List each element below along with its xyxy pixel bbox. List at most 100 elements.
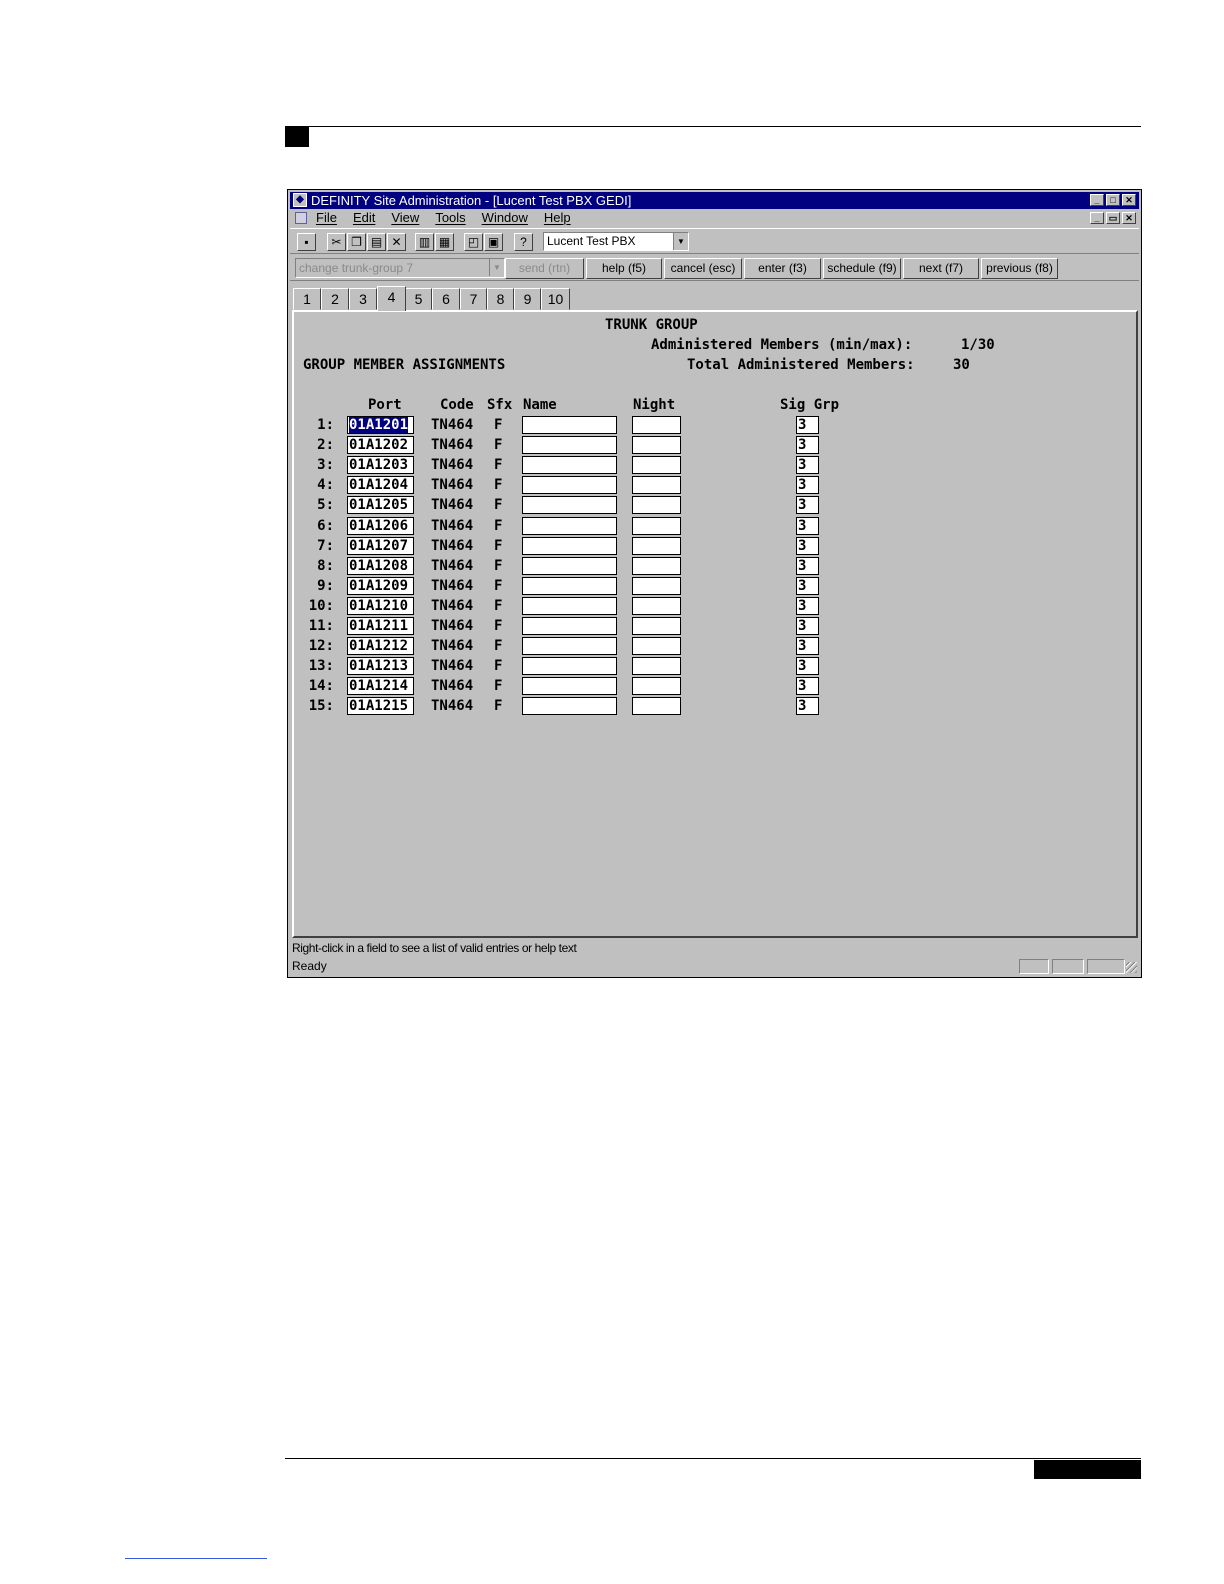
delete-icon[interactable]: ✕ (387, 233, 406, 251)
sig-grp-field[interactable]: 3 (796, 617, 819, 635)
chevron-down-icon[interactable]: ▼ (673, 233, 688, 250)
port-field[interactable]: 01A1209 (347, 576, 414, 595)
name-field[interactable] (522, 697, 617, 716)
tab-6[interactable]: 6 (432, 288, 460, 310)
name-field[interactable] (522, 657, 617, 676)
tab-9[interactable]: 9 (514, 288, 541, 310)
port-field[interactable]: 01A1215 (347, 697, 414, 716)
name-field[interactable] (522, 436, 617, 455)
copy-icon[interactable]: ❐ (347, 233, 366, 251)
night-field[interactable] (632, 596, 681, 615)
name-field[interactable] (522, 677, 617, 696)
night-field[interactable] (632, 416, 681, 434)
sig-grp-field[interactable]: 3 (796, 416, 819, 434)
app-icon[interactable]: ◆ (293, 193, 307, 207)
port-field[interactable]: 01A1204 (347, 476, 414, 495)
cut-icon[interactable]: ✂ (327, 233, 346, 251)
sig-grp-field[interactable]: 3 (796, 516, 819, 535)
name-field[interactable] (522, 516, 617, 535)
send-button[interactable]: send (rtn) (505, 258, 584, 279)
night-field[interactable] (632, 637, 681, 656)
night-field[interactable] (632, 476, 681, 495)
help-button[interactable]: help (f5) (586, 258, 662, 279)
previous-button[interactable]: previous (f8) (981, 258, 1058, 279)
sig-grp-field[interactable]: 3 (796, 456, 819, 475)
name-field[interactable] (522, 576, 617, 595)
night-field[interactable] (632, 657, 681, 676)
night-field[interactable] (632, 697, 681, 716)
form-view-icon[interactable]: ▥ (415, 233, 434, 251)
system-selector[interactable]: Lucent Test PBX ▼ (543, 232, 689, 251)
night-field[interactable] (632, 617, 681, 635)
tab-10[interactable]: 10 (541, 288, 570, 310)
night-field[interactable] (632, 576, 681, 595)
name-field[interactable] (522, 596, 617, 615)
port-field[interactable]: 01A1211 (347, 617, 414, 635)
name-field[interactable] (522, 496, 617, 515)
sig-grp-field[interactable]: 3 (796, 596, 819, 615)
port-field[interactable]: 01A1208 (347, 556, 414, 575)
sig-grp-field[interactable]: 3 (796, 476, 819, 495)
tab-5[interactable]: 5 (405, 288, 432, 310)
night-field[interactable] (632, 677, 681, 696)
resize-grip-icon[interactable] (1126, 962, 1137, 973)
print-icon[interactable]: ▣ (484, 233, 503, 251)
sig-grp-field[interactable]: 3 (796, 677, 819, 696)
port-field[interactable]: 01A1206 (347, 516, 414, 535)
port-field[interactable]: 01A1213 (347, 657, 414, 676)
sig-grp-field[interactable]: 3 (796, 657, 819, 676)
name-field[interactable] (522, 456, 617, 475)
maximize-button[interactable]: □ (1106, 194, 1120, 206)
child-close-button[interactable]: ✕ (1122, 212, 1136, 224)
cancel-button[interactable]: cancel (esc) (664, 258, 742, 279)
menu-view[interactable]: View (391, 210, 419, 226)
port-field[interactable]: 01A1210 (347, 596, 414, 615)
port-field[interactable]: 01A1202 (347, 436, 414, 455)
schedule-button[interactable]: schedule (f9) (823, 258, 901, 279)
minimize-button[interactable]: _ (1090, 194, 1104, 206)
name-field[interactable] (522, 637, 617, 656)
help-icon[interactable]: ? (514, 233, 533, 251)
port-field[interactable]: 01A1214 (347, 677, 414, 696)
child-restore-button[interactable]: ▭ (1106, 212, 1120, 224)
child-minimize-button[interactable]: _ (1090, 212, 1104, 224)
sig-grp-field[interactable]: 3 (796, 637, 819, 656)
name-field[interactable] (522, 556, 617, 575)
port-field[interactable]: 01A1203 (347, 456, 414, 475)
night-field[interactable] (632, 516, 681, 535)
name-field[interactable] (522, 536, 617, 555)
document-icon[interactable] (295, 212, 307, 224)
sig-grp-field[interactable]: 3 (796, 536, 819, 555)
menu-file[interactable]: File (316, 210, 337, 226)
tab-3[interactable]: 3 (349, 288, 377, 310)
night-field[interactable] (632, 496, 681, 515)
name-field[interactable] (522, 617, 617, 635)
tab-2[interactable]: 2 (321, 288, 349, 310)
tab-1[interactable]: 1 (293, 288, 321, 310)
tab-7[interactable]: 7 (460, 288, 487, 310)
tab-4[interactable]: 4 (377, 286, 406, 311)
menu-help[interactable]: Help (544, 210, 571, 226)
night-field[interactable] (632, 556, 681, 575)
tab-8[interactable]: 8 (487, 288, 514, 310)
sig-grp-field[interactable]: 3 (796, 697, 819, 716)
sig-grp-field[interactable]: 3 (796, 556, 819, 575)
port-field[interactable]: 01A1207 (347, 536, 414, 555)
paste-icon[interactable]: ▤ (367, 233, 386, 251)
save-icon[interactable]: ▪ (297, 233, 316, 251)
command-input[interactable]: change trunk-group 7 ▼ (295, 258, 505, 278)
name-field[interactable] (522, 416, 617, 434)
sig-grp-field[interactable]: 3 (796, 436, 819, 455)
menu-window[interactable]: Window (482, 210, 528, 226)
chevron-down-icon[interactable]: ▼ (489, 259, 504, 276)
night-field[interactable] (632, 436, 681, 455)
night-field[interactable] (632, 456, 681, 475)
next-button[interactable]: next (f7) (903, 258, 979, 279)
port-field[interactable]: 01A1205 (347, 496, 414, 515)
menu-tools[interactable]: Tools (435, 210, 465, 226)
print-preview-icon[interactable]: ◰ (464, 233, 483, 251)
sig-grp-field[interactable]: 3 (796, 496, 819, 515)
port-field[interactable]: 01A1212 (347, 637, 414, 656)
night-field[interactable] (632, 536, 681, 555)
port-field[interactable]: 01A1201 (347, 416, 414, 434)
